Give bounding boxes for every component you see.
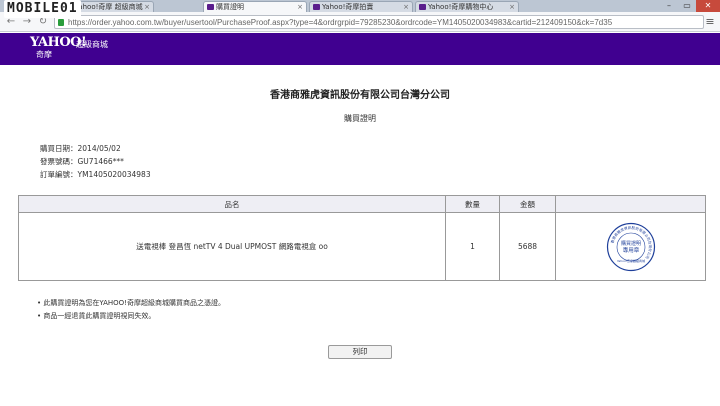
invoice-number: 發票號碼：GU71466*** <box>40 157 124 166</box>
table-row: 送電視棒 登昌恆 netTV 4 Dual UPMOST 網路電視盒 oo 1 … <box>18 212 706 281</box>
seal-cell: 香港商雅虎資訊股份有限公司台灣分公司 購買證明 專用章 Yahoo!奇摩超級商城 <box>555 212 706 281</box>
item-qty: 1 <box>445 212 500 281</box>
address-bar[interactable]: https://order.yahoo.com.tw/buyer/usertoo… <box>54 15 704 29</box>
minimize-icon[interactable]: – <box>660 0 678 12</box>
tab-yahoo-auction[interactable]: Yahoo!奇摩拍賣 × <box>309 1 413 12</box>
url-text[interactable]: https://order.yahoo.com.tw/buyer/usertoo… <box>68 16 698 29</box>
notes-list: • 此購買證明為您在YAHOO!奇摩超級商城購買商品之憑證。 • 商品一經退貨此… <box>37 297 225 323</box>
window-close-icon[interactable]: ✕ <box>696 0 720 12</box>
seal-graphic: 香港商雅虎資訊股份有限公司台灣分公司 購買證明 專用章 Yahoo!奇摩超級商城 <box>606 222 655 271</box>
company-name: 香港商雅虎資訊股份有限公司台灣分公司 <box>270 90 450 101</box>
browser-tab-bar: Yahoo!奇摩 超級商城 × 購買證明 × Yahoo!奇摩拍賣 × Yaho… <box>0 0 720 12</box>
purchase-proof-seal: 香港商雅虎資訊股份有限公司台灣分公司 購買證明 專用章 Yahoo!奇摩超級商城 <box>606 222 656 272</box>
lock-icon <box>58 19 64 26</box>
browser-toolbar: ← → ↻ https://order.yahoo.com.tw/buyer/u… <box>0 12 720 32</box>
purchase-date: 購買日期：2014/05/02 <box>40 144 121 153</box>
column-header-amount: 金額 <box>499 195 556 213</box>
note-item: • 此購買證明為您在YAHOO!奇摩超級商城購買商品之憑證。 <box>37 299 225 307</box>
close-tab-icon[interactable]: × <box>297 2 303 12</box>
tab-purchase-proof[interactable]: 購買證明 × <box>203 1 307 12</box>
yahoo-favicon-icon <box>419 4 426 10</box>
seal-bottom-text: Yahoo!奇摩超級商城 <box>616 258 644 263</box>
print-button[interactable]: 列印 <box>328 345 392 359</box>
yahoo-favicon-icon <box>313 4 320 10</box>
yahoo-header: YAHOO! 奇摩 超級商城 <box>0 33 720 65</box>
column-header-name: 品名 <box>18 195 446 213</box>
seal-line1: 購買證明 <box>620 240 640 247</box>
column-header-seal <box>555 195 706 213</box>
close-tab-icon[interactable]: × <box>403 2 409 12</box>
note-item: • 商品一經退貨此購買證明視同失效。 <box>37 312 156 320</box>
yahoo-favicon-icon <box>207 4 214 10</box>
watermark-logo: MOBILE01 <box>4 0 81 18</box>
close-tab-icon[interactable]: × <box>144 2 150 12</box>
column-header-qty: 數量 <box>445 195 500 213</box>
close-tab-icon[interactable]: × <box>509 2 515 12</box>
item-name: 送電視棒 登昌恆 netTV 4 Dual UPMOST 網路電視盒 oo <box>18 212 446 281</box>
items-table: 品名 數量 金額 送電視棒 登昌恆 netTV 4 Dual UPMOST 網路… <box>18 195 706 281</box>
item-amount: 5688 <box>499 212 556 281</box>
maximize-icon[interactable]: ▭ <box>678 0 696 12</box>
menu-icon[interactable]: ≡ <box>704 15 716 29</box>
order-number: 訂單編號：YM1405020034983 <box>40 170 151 179</box>
tab-yahoo-shopping[interactable]: Yahoo!奇摩購物中心 × <box>415 1 519 12</box>
table-header-row: 品名 數量 金額 <box>18 195 706 213</box>
document-title: 購買證明 <box>344 114 376 123</box>
seal-line2: 專用章 <box>622 246 639 254</box>
